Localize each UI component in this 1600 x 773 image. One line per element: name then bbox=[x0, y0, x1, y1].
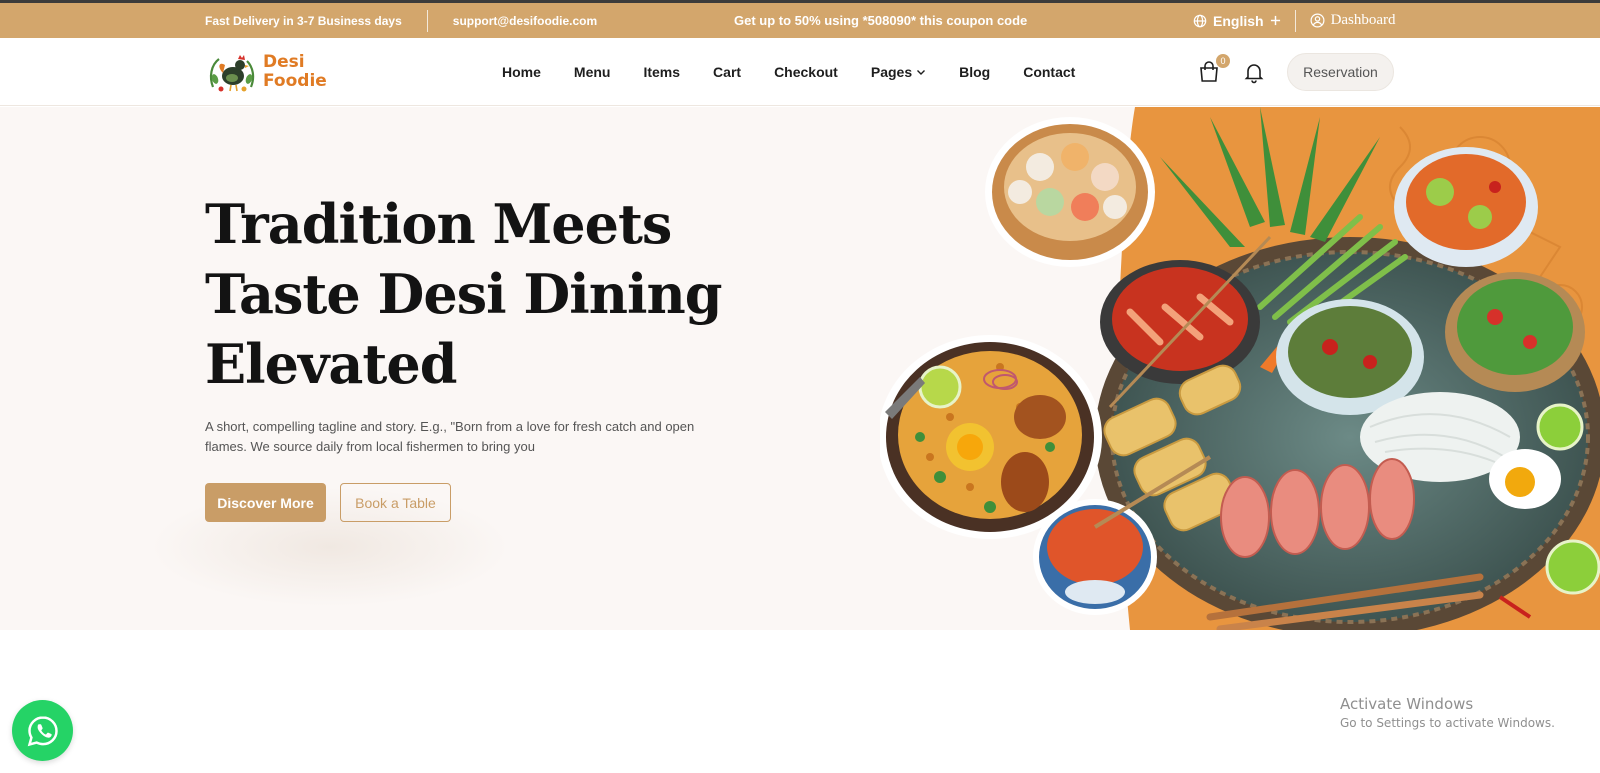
activate-subtitle: Go to Settings to activate Windows. bbox=[1340, 716, 1555, 730]
reservation-button[interactable]: Reservation bbox=[1287, 53, 1394, 91]
contact-info: Fast Delivery in 3-7 Business days suppo… bbox=[205, 3, 597, 38]
main-navbar: Desi Foodie Home Menu Items Cart Checkou… bbox=[0, 38, 1600, 106]
cart-button[interactable]: 0 bbox=[1198, 54, 1230, 84]
nav-item-checkout[interactable]: Checkout bbox=[774, 64, 838, 80]
book-table-button[interactable]: Book a Table bbox=[340, 483, 451, 522]
chevron-down-icon bbox=[917, 70, 926, 75]
cart-count-badge: 0 bbox=[1216, 54, 1230, 68]
support-email-link[interactable]: support@desifoodie.com bbox=[453, 14, 597, 28]
nav-item-blog[interactable]: Blog bbox=[959, 64, 990, 80]
hero-tagline: A short, compelling tagline and story. E… bbox=[205, 419, 695, 454]
language-selector[interactable]: English bbox=[1193, 13, 1281, 29]
user-circle-icon bbox=[1310, 13, 1325, 28]
hero-title-line: Taste Desi Dining bbox=[205, 262, 723, 326]
globe-icon bbox=[1193, 14, 1207, 27]
delivery-text: Fast Delivery in 3-7 Business days bbox=[205, 13, 402, 28]
brand-name-line2: Foodie bbox=[263, 71, 327, 91]
food-platter-illustration bbox=[880, 107, 1600, 630]
brand-logo[interactable]: Desi Foodie bbox=[207, 49, 337, 95]
primary-nav: Home Menu Items Cart Checkout Pages Blog… bbox=[502, 38, 1075, 106]
nav-item-pages[interactable]: Pages bbox=[871, 64, 926, 80]
brand-name-line1: Desi bbox=[263, 52, 305, 72]
whatsapp-chat-button[interactable] bbox=[12, 700, 73, 761]
nav-item-menu[interactable]: Menu bbox=[574, 64, 611, 80]
activate-title: Activate Windows bbox=[1340, 695, 1474, 713]
nav-item-cart[interactable]: Cart bbox=[713, 64, 741, 80]
bell-icon[interactable] bbox=[1242, 60, 1266, 84]
windows-activation-watermark: Activate Windows Go to Settings to activ… bbox=[1340, 695, 1555, 730]
plus-icon bbox=[1270, 15, 1280, 26]
dashboard-link[interactable]: Dashboard bbox=[1310, 12, 1396, 29]
divider bbox=[1294, 9, 1296, 32]
brand-name: Desi Foodie bbox=[263, 53, 327, 91]
hero-title-line: Elevated bbox=[205, 332, 457, 396]
hero-title-line: Tradition Meets bbox=[205, 192, 672, 256]
promo-banner: Get up to 50% using *508090* this coupon… bbox=[734, 3, 1027, 38]
dashboard-label: Dashboard bbox=[1330, 12, 1396, 28]
topbar-actions: English Dashboard bbox=[1193, 3, 1396, 38]
nav-item-pages-label: Pages bbox=[870, 64, 913, 80]
rooster-logo-icon bbox=[209, 55, 255, 92]
nav-actions: 0 bbox=[1198, 38, 1266, 106]
nav-item-contact[interactable]: Contact bbox=[1023, 64, 1075, 80]
hero-section: Tradition Meets Taste Desi Dining Elevat… bbox=[0, 107, 1600, 630]
divider bbox=[426, 9, 428, 32]
hero-title: Tradition Meets Taste Desi Dining Elevat… bbox=[205, 189, 765, 399]
whatsapp-icon bbox=[27, 715, 58, 746]
hero-glow bbox=[150, 487, 510, 607]
discover-more-button[interactable]: Discover More bbox=[205, 483, 326, 522]
nav-item-home[interactable]: Home bbox=[502, 64, 541, 80]
language-label: English bbox=[1213, 12, 1264, 29]
promo-text: Get up to 50% using *508090* this coupon… bbox=[734, 13, 1028, 28]
nav-item-items[interactable]: Items bbox=[643, 64, 680, 80]
announcement-bar: Fast Delivery in 3-7 Business days suppo… bbox=[0, 3, 1600, 38]
